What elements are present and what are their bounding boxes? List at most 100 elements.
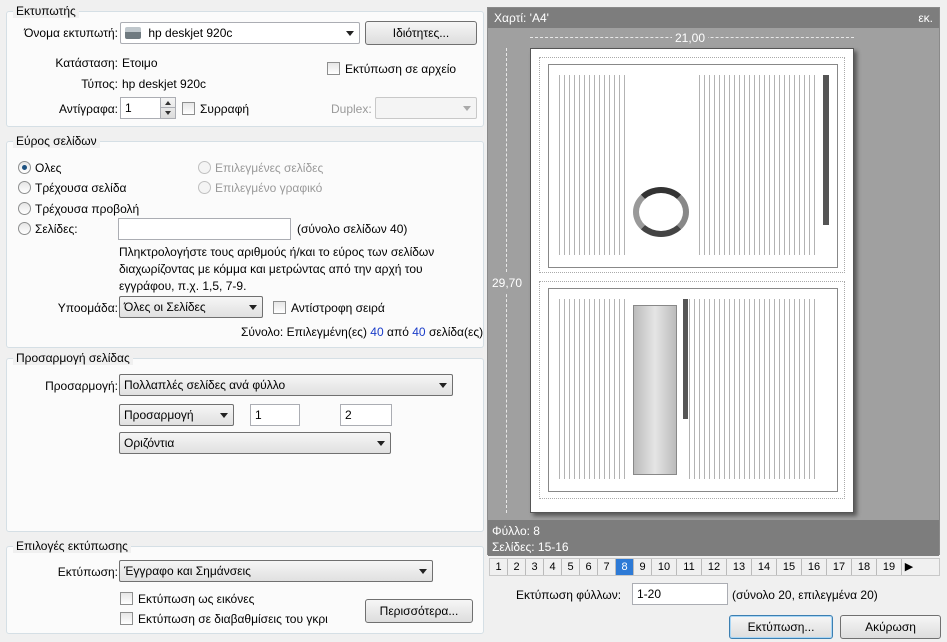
duplex-select[interactable] xyxy=(375,97,477,119)
pager-page-9[interactable]: 9 xyxy=(634,559,652,575)
range-current-view-radio[interactable] xyxy=(18,202,31,215)
pager-page-1[interactable]: 1 xyxy=(490,559,508,575)
pager-page-15[interactable]: 15 xyxy=(777,559,802,575)
range-summary: Σύνολο: Επιλεγμένη(ες) 40 από 40 σελίδα(… xyxy=(241,325,483,339)
chevron-down-icon xyxy=(419,569,427,574)
printer-name-select[interactable]: hp deskjet 920c xyxy=(120,22,360,44)
printer-status-value: Ετοιμο xyxy=(122,56,158,70)
chevron-down-icon xyxy=(439,383,447,388)
printer-group-title: Εκτυπωτής xyxy=(13,4,79,18)
print-button[interactable]: Εκτύπωση... xyxy=(729,615,833,639)
stepper-up-icon[interactable] xyxy=(161,98,175,108)
fit-sub-value: Προσαρμογή xyxy=(124,408,194,422)
range-current-view-label: Τρέχουσα προβολή xyxy=(35,202,140,216)
pager-page-12[interactable]: 12 xyxy=(702,559,727,575)
range-selected-graphic-radio[interactable] xyxy=(198,181,211,194)
print-to-file-label: Εκτύπωση σε αρχείο xyxy=(345,62,457,76)
chevron-down-icon xyxy=(249,305,257,310)
preview-page-top xyxy=(539,57,845,273)
preview-header: Χαρτί: 'A4' εκ. xyxy=(488,8,939,28)
cancel-button[interactable]: Ακύρωση xyxy=(840,615,941,639)
fit-mode-value: Πολλαπλές σελίδες ανά φύλλο xyxy=(124,378,286,392)
stepper-down-icon[interactable] xyxy=(161,108,175,118)
print-options-group-title: Επιλογές εκτύπωσης xyxy=(13,539,131,553)
printer-type-label: Τύπος: xyxy=(81,77,118,91)
width-dimension-label: 21,00 xyxy=(672,31,709,45)
collate-label: Συρραφή xyxy=(200,102,250,116)
copies-stepper[interactable] xyxy=(160,97,176,119)
range-help-line3: εγγράφου, π.χ. 1,5, 7-9. xyxy=(119,279,247,293)
range-all-label: Ολες xyxy=(35,161,62,175)
sheet-pages-label: Σελίδες: 15-16 xyxy=(492,540,569,554)
fit-label: Προσαρμογή: xyxy=(45,379,118,393)
copies-input[interactable]: 1 xyxy=(120,97,162,119)
pager-page-11[interactable]: 11 xyxy=(677,559,702,575)
print-what-select[interactable]: Έγγραφο και Σημάνσεις xyxy=(119,560,433,582)
print-sheets-input[interactable]: 1-20 xyxy=(632,583,728,605)
preview-page-16 xyxy=(548,288,838,492)
range-selected-pages-radio[interactable] xyxy=(198,161,211,174)
fit-sub-select[interactable]: Προσαρμογή xyxy=(119,404,234,426)
print-as-image-checkbox[interactable] xyxy=(120,592,133,605)
summary-prefix: Σύνολο: Επιλεγμένη(ες) xyxy=(241,325,367,339)
page-fit-group-title: Προσαρμογή σελίδας xyxy=(13,351,133,365)
more-options-button[interactable]: Περισσότερα... xyxy=(365,599,473,623)
pager-page-8[interactable]: 8 xyxy=(616,559,634,575)
printer-type-value: hp deskjet 920c xyxy=(122,77,207,91)
page-sidebar-box xyxy=(633,305,677,475)
page-text-block xyxy=(699,75,819,255)
pager-page-2[interactable]: 2 xyxy=(508,559,526,575)
pager-page-17[interactable]: 17 xyxy=(827,559,852,575)
preview-footer: Φύλλο: 8 Σελίδες: 15-16 xyxy=(488,520,939,556)
fit-rows-input[interactable]: 2 xyxy=(340,404,392,426)
range-pages-radio[interactable] xyxy=(18,222,31,235)
range-current-page-radio[interactable] xyxy=(18,181,31,194)
orientation-select[interactable]: Οριζόντια xyxy=(119,432,391,454)
subset-select[interactable]: Όλες οι Σελίδες xyxy=(119,296,263,318)
preview-sheet xyxy=(530,48,854,513)
reverse-order-checkbox[interactable] xyxy=(273,301,286,314)
pager-next-icon[interactable]: ▶ xyxy=(902,559,916,575)
printer-properties-button[interactable]: Ιδιότητες... xyxy=(365,21,477,45)
print-sheets-summary: (σύνολο 20, επιλεγμένα 20) xyxy=(732,588,878,602)
printer-name-value: hp deskjet 920c xyxy=(148,26,233,40)
pager-page-3[interactable]: 3 xyxy=(526,559,544,575)
grayscale-checkbox[interactable] xyxy=(120,612,133,625)
page-text-block xyxy=(559,299,629,479)
page-heading-strip xyxy=(823,75,829,225)
page-illustration xyxy=(633,187,689,237)
subset-label: Υποομάδα: xyxy=(57,301,118,315)
range-selected-graphic-label: Επιλεγμένο γραφικό xyxy=(215,181,323,195)
range-selected-pages-label: Επιλεγμένες σελίδες xyxy=(215,161,324,175)
chevron-down-icon xyxy=(220,413,228,418)
range-current-page-label: Τρέχουσα σελίδα xyxy=(35,181,127,195)
pager-page-13[interactable]: 13 xyxy=(727,559,752,575)
pager-page-6[interactable]: 6 xyxy=(580,559,598,575)
sheet-pager: 1 2 3 4 5 6 7 8 9 10 11 12 13 14 15 16 17 18 19 ▶ xyxy=(489,558,940,576)
chevron-down-icon xyxy=(377,441,385,446)
sheet-number-label: Φύλλο: 8 xyxy=(492,524,540,538)
range-pages-input[interactable] xyxy=(118,218,291,240)
print-what-value: Έγγραφο και Σημάνσεις xyxy=(124,564,251,578)
pager-page-7[interactable]: 7 xyxy=(598,559,616,575)
pager-page-14[interactable]: 14 xyxy=(752,559,777,575)
page-heading-strip xyxy=(683,299,688,419)
pager-page-5[interactable]: 5 xyxy=(562,559,580,575)
print-sheets-label: Εκτύπωση φύλλων: xyxy=(516,588,622,602)
page-range-group-title: Εύρος σελίδων xyxy=(13,134,100,148)
summary-selected-count: 40 xyxy=(370,325,384,339)
height-dimension-label: 29,70 xyxy=(492,274,523,292)
fit-mode-select[interactable]: Πολλαπλές σελίδες ανά φύλλο xyxy=(119,374,453,396)
pager-page-10[interactable]: 10 xyxy=(652,559,677,575)
pager-page-18[interactable]: 18 xyxy=(852,559,877,575)
pager-page-19[interactable]: 19 xyxy=(877,559,902,575)
range-all-radio[interactable] xyxy=(18,161,31,174)
chevron-down-icon xyxy=(463,106,471,111)
pager-page-16[interactable]: 16 xyxy=(802,559,827,575)
reverse-order-label: Αντίστροφη σειρά xyxy=(291,301,385,315)
pager-page-4[interactable]: 4 xyxy=(544,559,562,575)
range-total-pages: (σύνολο σελίδων 40) xyxy=(297,222,408,236)
print-to-file-checkbox[interactable] xyxy=(327,62,340,75)
fit-columns-input[interactable]: 1 xyxy=(250,404,300,426)
collate-checkbox[interactable] xyxy=(182,102,195,115)
